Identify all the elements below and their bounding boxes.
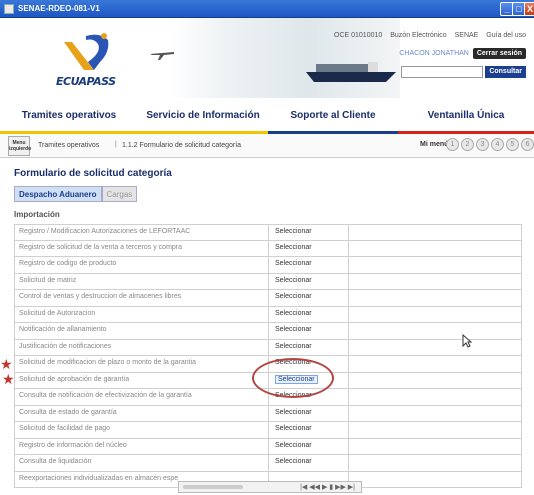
row-name: Consulta de liquidación (15, 455, 269, 471)
tab-bar: Despacho Aduanero Cargas (14, 186, 138, 202)
table-row: Consulta de liquidación Seleccionar (14, 455, 522, 472)
user-row: CHACON JONATHAN Cerrar sesión (399, 48, 526, 59)
tab-cargas[interactable]: Cargas (101, 186, 138, 202)
procedures-table: Registro / Modificacion Autorizaciones d… (14, 224, 522, 488)
table-row: Registro de información del núcleo Selec… (14, 438, 522, 455)
row-name: Solicitud de matriz (15, 273, 269, 289)
mi-menu-shortcut-2[interactable]: 2 (461, 138, 474, 151)
row-name: Solicitud de aprobación de garantía (15, 372, 269, 388)
table-row: Notificación de allanamiento Seleccionar (14, 323, 522, 340)
select-button[interactable]: Seleccionar (269, 323, 349, 339)
top-links: OCE 01010010 Buzón Electrónico SENAE Guí… (328, 32, 526, 39)
mi-menu-shortcut-1[interactable]: 1 (446, 138, 459, 151)
page-title: Formulario de solicitud categoría (14, 168, 172, 179)
window-titlebar: SENAE-RDEO-081-V1 _ □ X (0, 0, 534, 18)
select-button[interactable]: Seleccionar (269, 306, 349, 322)
menu-servicio[interactable]: Servicio de Información (138, 106, 268, 134)
mi-menu-shortcut-6[interactable]: 6 (521, 138, 534, 151)
table-row: Registro de solicitud de la venta a terc… (14, 240, 522, 257)
select-button[interactable]: Seleccionar (269, 273, 349, 289)
table-row: Consulta de estado de garantía Seleccion… (14, 405, 522, 422)
consult-button[interactable]: Consultar (485, 66, 526, 78)
menu-ventanilla-label: Ventanilla Única (427, 110, 505, 121)
table-row: Solicitud de Autorizacion Seleccionar (14, 306, 522, 323)
search-row: Consultar (401, 66, 526, 78)
header-banner: ECUAPASS OCE 01010010 Buzón Electrónico … (0, 18, 534, 98)
link-senae[interactable]: SENAE (455, 32, 479, 39)
mi-menu-shortcut-4[interactable]: 4 (491, 138, 504, 151)
row-name: Solicitud de modificacion de plazo o mon… (15, 356, 269, 372)
mi-menu-shortcut-5[interactable]: 5 (506, 138, 519, 151)
row-name: Registro / Modificacion Autorizaciones d… (15, 225, 269, 240)
select-button[interactable]: Seleccionar (269, 257, 349, 273)
table-row: Registro de codigo de producto Seleccion… (14, 257, 522, 274)
table-row: Solicitud de facilidad de pago Seleccion… (14, 422, 522, 439)
mouse-cursor-icon (462, 334, 472, 348)
row-name: Registro de codigo de producto (15, 257, 269, 273)
breadcrumb-tramites[interactable]: Tramites operativos (38, 142, 99, 149)
user-name: CHACON JONATHAN (399, 50, 469, 57)
menu-tramites-label: Tramites operativos (21, 110, 117, 121)
window-title: SENAE-RDEO-081-V1 (18, 4, 100, 13)
mi-menu-label: Mi menú (420, 141, 449, 148)
link-guia[interactable]: Guía del uso (486, 32, 526, 39)
breadcrumb-separator: | (115, 141, 117, 148)
select-button[interactable]: Seleccionar (269, 438, 349, 454)
select-button[interactable]: Seleccionar (269, 455, 349, 471)
search-input[interactable] (401, 66, 484, 78)
row-name: Control de ventas y destruccion de almac… (15, 290, 269, 306)
row-name: Justificación de notificaciones (15, 339, 269, 355)
row-name: Registro de solicitud de la venta a terc… (15, 240, 269, 256)
select-button[interactable]: Seleccionar (269, 405, 349, 421)
select-button[interactable]: Seleccionar (269, 240, 349, 256)
table-row: Solicitud de matriz Seleccionar (14, 273, 522, 290)
table-row: Control de ventas y destruccion de almac… (14, 290, 522, 307)
menu-ventanilla[interactable]: Ventanilla Única (398, 106, 534, 134)
section-label: Importación (14, 210, 60, 219)
airplane-icon (150, 52, 174, 60)
menu-soporte[interactable]: Soporte al Cliente (268, 106, 398, 134)
row-name: Notificación de allanamiento (15, 323, 269, 339)
table-pager: |◀ ◀◀ ▶ ▮ ▶▶ ▶| (178, 481, 362, 493)
table-row: Justificación de notificaciones Seleccio… (14, 339, 522, 356)
select-button[interactable]: Seleccionar (269, 339, 349, 355)
mi-menu-shortcuts: 1 2 3 4 5 6 (446, 138, 534, 151)
annotation-star-icon: ★ (2, 371, 15, 387)
menu-soporte-label: Soporte al Cliente (290, 110, 376, 121)
pager-controls[interactable]: |◀ ◀◀ ▶ ▮ ▶▶ ▶| (300, 483, 355, 491)
logout-button[interactable]: Cerrar sesión (472, 48, 526, 59)
mi-menu-shortcut-3[interactable]: 3 (476, 138, 489, 151)
select-button[interactable]: Seleccionar (269, 290, 349, 306)
select-button[interactable]: Seleccionar (269, 422, 349, 438)
tab-despacho-aduanero[interactable]: Despacho Aduanero (14, 186, 102, 202)
link-buzon[interactable]: Buzón Electrónico (390, 32, 446, 39)
breadcrumb-bar: Menu izquierdo Tramites operativos | 1.1… (0, 134, 534, 158)
select-button[interactable]: Seleccionar (269, 225, 349, 240)
main-menu: Tramites operativos Servicio de Informac… (0, 98, 534, 134)
link-oce[interactable]: OCE 01010010 (334, 32, 382, 39)
breadcrumb-current: 1.1.2 Formulario de solicitud categoría (122, 142, 242, 149)
table-row: Registro / Modificacion Autorizaciones d… (14, 224, 522, 241)
row-name: Registro de información del núcleo (15, 438, 269, 454)
horizontal-scrollbar[interactable] (183, 485, 243, 489)
annotation-circle (252, 358, 334, 398)
logo-text: ECUAPASS (56, 75, 116, 88)
port-photo (170, 18, 400, 98)
row-name: Consulta de notificación de efectivizaci… (15, 389, 269, 405)
ship-icon (306, 62, 396, 82)
left-menu-toggle[interactable]: Menu izquierdo (8, 136, 31, 156)
row-name: Solicitud de facilidad de pago (15, 422, 269, 438)
close-button[interactable]: X (524, 2, 534, 16)
row-name: Consulta de estado de garantía (15, 405, 269, 421)
menu-tramites[interactable]: Tramites operativos (0, 106, 138, 134)
menu-servicio-label: Servicio de Información (146, 110, 260, 121)
row-name: Solicitud de Autorizacion (15, 306, 269, 322)
app-icon (4, 4, 14, 14)
